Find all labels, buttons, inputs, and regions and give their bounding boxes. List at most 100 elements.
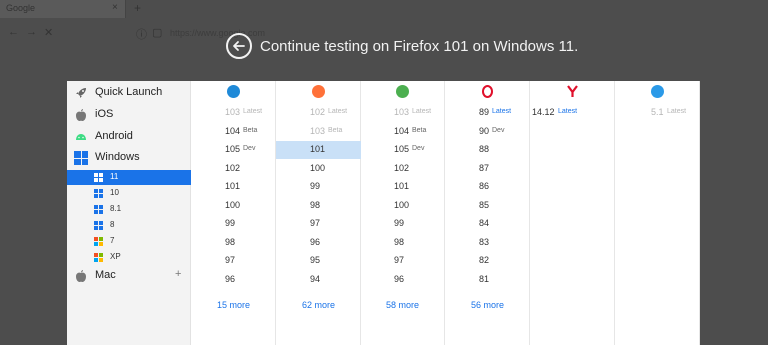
browser-version-row[interactable]: 101 xyxy=(276,141,361,159)
browser-version-row[interactable]: 102 Latest xyxy=(276,104,361,122)
sidebar-item-mac[interactable]: Mac + xyxy=(67,266,191,286)
firefox-icon xyxy=(312,85,325,98)
url-text[interactable]: https://www.google.com xyxy=(170,28,265,38)
edge-icon xyxy=(227,85,240,98)
windows-version-xp[interactable]: XP xyxy=(67,250,191,265)
version-number: 88 xyxy=(479,144,490,154)
windows-version-7[interactable]: 7 xyxy=(67,234,191,249)
windows-version-label: 11 xyxy=(110,172,119,181)
version-number: 94 xyxy=(310,273,321,284)
version-number: 99 xyxy=(310,181,321,191)
yandex-icon xyxy=(566,85,579,98)
browser-version-row[interactable]: 81 xyxy=(445,271,530,289)
version-tag: Latest xyxy=(328,108,348,115)
browser-version-row[interactable]: 89 Latest xyxy=(445,104,530,122)
back-arrow-icon xyxy=(233,41,245,51)
browser-version-row[interactable]: 99 xyxy=(360,215,445,233)
browser-version-row[interactable]: 96 xyxy=(276,234,361,252)
browser-version-row[interactable]: 105 Dev xyxy=(191,141,276,159)
version-number: 83 xyxy=(479,236,490,247)
version-number: 95 xyxy=(310,255,321,265)
windows-version-label: XP xyxy=(110,252,121,261)
browser-version-row[interactable]: 97 xyxy=(191,252,276,270)
version-number: 98 xyxy=(310,199,321,210)
browser-version-row[interactable]: 101 xyxy=(191,178,276,196)
apple-icon xyxy=(76,270,86,282)
android-icon xyxy=(76,134,86,140)
expand-mac-icon[interactable]: + xyxy=(175,268,181,280)
browser-version-row[interactable]: 99 xyxy=(276,178,361,196)
browser-version-row[interactable]: 101 xyxy=(360,178,445,196)
version-tag: Beta xyxy=(243,126,258,134)
browser-version-row[interactable]: 83 xyxy=(445,234,530,252)
sidebar-item-quick-launch[interactable]: Quick Launch xyxy=(67,83,191,103)
browser-version-row[interactable]: 102 xyxy=(360,160,445,178)
browser-version-row[interactable]: 97 xyxy=(276,215,361,233)
back-arrow-icon[interactable]: ← xyxy=(8,26,19,38)
new-tab-icon[interactable]: + xyxy=(134,1,141,15)
browser-version-row[interactable]: 96 xyxy=(360,271,445,289)
reload-icon[interactable]: ✕ xyxy=(44,26,53,39)
version-number: 102 xyxy=(310,107,326,117)
sidebar-item-android[interactable]: Android xyxy=(67,127,191,147)
browser-version-row[interactable]: 98 xyxy=(191,234,276,252)
browser-version-row[interactable]: 99 xyxy=(191,215,276,233)
lock-icon: ▢ xyxy=(152,27,163,39)
browser-version-row[interactable]: 105 Dev xyxy=(360,141,445,159)
browser-version-row[interactable]: 103 Beta xyxy=(276,123,361,141)
browser-version-row[interactable]: 14.12 Latest xyxy=(530,104,615,122)
windows-version-8[interactable]: 8 xyxy=(67,218,191,233)
version-number: 102 xyxy=(394,162,410,173)
browser-version-row[interactable]: 103 Latest xyxy=(191,104,276,122)
windows-icon xyxy=(94,189,103,198)
windows-version-11[interactable]: 11 xyxy=(67,170,191,185)
windows-version-8-1[interactable]: 8.1 xyxy=(67,202,191,217)
browser-version-row[interactable]: 5.1 Latest xyxy=(615,104,700,122)
version-number: 87 xyxy=(479,162,490,173)
version-number: 99 xyxy=(225,218,236,228)
browser-version-row[interactable]: 103 Latest xyxy=(360,104,445,122)
show-more-versions-link[interactable]: 15 more xyxy=(217,300,250,310)
browser-version-row[interactable]: 100 xyxy=(360,197,445,215)
browser-column-chrome: 103 Latest 104 Beta 105 Dev 102 101 100 99 98 97 96 5… xyxy=(360,81,445,345)
version-number: 99 xyxy=(394,218,405,228)
browser-version-row[interactable]: 90 Dev xyxy=(445,123,530,141)
version-tag: Dev xyxy=(243,145,256,152)
show-more-versions-link[interactable]: 62 more xyxy=(302,300,335,310)
show-more-versions-link[interactable]: 58 more xyxy=(386,300,419,310)
browser-version-row[interactable]: 87 xyxy=(445,160,530,178)
browser-version-row[interactable]: 102 xyxy=(191,160,276,178)
sidebar-item-label: iOS xyxy=(95,108,114,120)
version-number: 100 xyxy=(225,199,241,210)
windows-icon xyxy=(94,205,103,214)
version-tag: Latest xyxy=(667,108,687,115)
browser-version-row[interactable]: 82 xyxy=(445,252,530,270)
browser-version-row[interactable]: 100 xyxy=(276,160,361,178)
forward-arrow-icon[interactable]: → xyxy=(26,26,37,38)
browser-version-row[interactable]: 98 xyxy=(360,234,445,252)
browser-version-row[interactable]: 85 xyxy=(445,197,530,215)
version-number: 96 xyxy=(394,273,405,284)
show-more-versions-link[interactable]: 56 more xyxy=(471,300,504,310)
browser-version-row[interactable]: 95 xyxy=(276,252,361,270)
windows-version-10[interactable]: 10 xyxy=(67,186,191,201)
browser-version-row[interactable]: 98 xyxy=(276,197,361,215)
sidebar-item-windows[interactable]: Windows xyxy=(67,148,191,168)
tab-close-icon[interactable]: × xyxy=(112,2,118,13)
browser-tab[interactable]: Google × xyxy=(0,0,126,18)
browser-version-row[interactable]: 84 xyxy=(445,215,530,233)
browser-version-row[interactable]: 100 xyxy=(191,197,276,215)
rocket-icon xyxy=(76,88,86,98)
browser-version-row[interactable]: 94 xyxy=(276,271,361,289)
browser-version-row[interactable]: 104 Beta xyxy=(360,123,445,141)
sidebar-item-ios[interactable]: iOS xyxy=(67,105,191,125)
back-circle-button[interactable] xyxy=(226,33,252,59)
windows-icon xyxy=(74,151,88,165)
version-number: 97 xyxy=(225,255,236,265)
windows-version-label: 8.1 xyxy=(110,204,122,213)
browser-version-row[interactable]: 104 Beta xyxy=(191,123,276,141)
browser-version-row[interactable]: 96 xyxy=(191,271,276,289)
browser-version-row[interactable]: 88 xyxy=(445,141,530,159)
browser-version-row[interactable]: 97 xyxy=(360,252,445,270)
browser-version-row[interactable]: 86 xyxy=(445,178,530,196)
